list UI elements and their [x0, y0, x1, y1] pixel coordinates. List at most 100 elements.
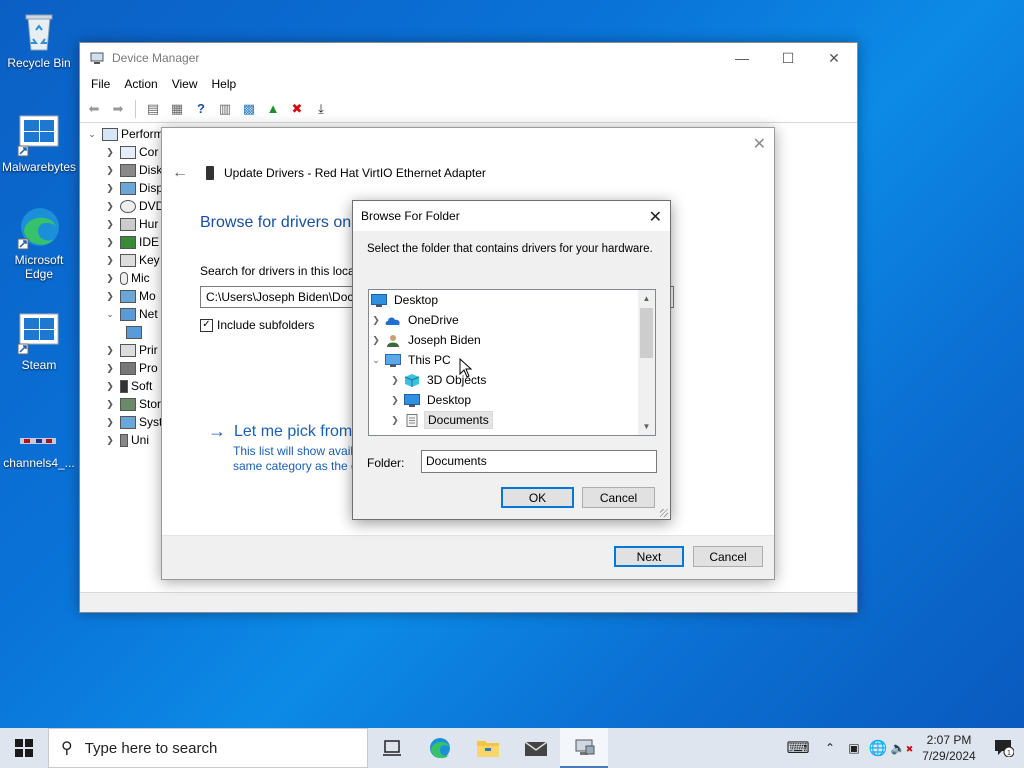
- folder-tree-item[interactable]: ❯ OneDrive: [369, 310, 462, 330]
- keyboard-icon: ⌨: [786, 740, 810, 757]
- close-button[interactable]: ✕: [811, 43, 857, 73]
- chevron-right-icon: ❯: [372, 334, 380, 345]
- network-button[interactable]: 🌐: [866, 728, 890, 768]
- taskbar-file-explorer[interactable]: [464, 728, 512, 768]
- close-icon: ✕: [648, 209, 662, 226]
- menu-action[interactable]: Action: [117, 77, 164, 91]
- desktop-icon-edge[interactable]: Microsoft Edge: [2, 205, 76, 281]
- network-adapter-icon: [206, 166, 214, 180]
- folder-label: Desktop: [427, 393, 472, 407]
- menu-view[interactable]: View: [165, 77, 205, 91]
- desktop-icon-recycle-bin[interactable]: Recycle Bin: [2, 8, 76, 70]
- taskbar-search-box[interactable]: ⚲ Type here to search: [48, 728, 368, 768]
- system-device-icon: [120, 415, 136, 429]
- start-button[interactable]: [0, 728, 48, 768]
- taskbar-device-manager[interactable]: [560, 728, 608, 768]
- task-view-button[interactable]: [368, 728, 416, 768]
- tree-label: Uni: [131, 433, 150, 447]
- folder-tree-item[interactable]: ❯ Desktop: [369, 390, 474, 410]
- taskbar-edge[interactable]: [416, 728, 464, 768]
- user-folder-icon: [387, 334, 399, 347]
- folder-tree-item-this-pc[interactable]: ⌄ This PC: [369, 350, 454, 370]
- show-hide-tree-button[interactable]: ▤: [143, 99, 163, 119]
- clock[interactable]: 2:07 PM 7/29/2024: [914, 732, 984, 764]
- help-button[interactable]: ?: [191, 99, 211, 119]
- chevron-right-icon: ❯: [106, 254, 114, 265]
- wizard-footer: Next Cancel: [162, 535, 774, 579]
- folder-input[interactable]: Documents: [421, 450, 657, 473]
- scroll-down-icon[interactable]: ▼: [638, 418, 655, 435]
- desktop-folder-icon: [371, 293, 387, 307]
- chevron-right-icon: ❯: [391, 394, 399, 405]
- touch-keyboard-button[interactable]: ⌨: [778, 728, 818, 768]
- monitor-icon: ▩: [242, 100, 256, 116]
- mouse-icon: [120, 271, 128, 285]
- folder-label: OneDrive: [408, 313, 459, 327]
- chevron-right-icon: ❯: [106, 218, 114, 229]
- tree-label: Disp: [139, 181, 164, 195]
- close-icon: ✕: [752, 136, 766, 153]
- action-center-button[interactable]: 1: [984, 728, 1024, 768]
- chevron-right-icon: ❯: [106, 434, 114, 445]
- chevron-right-icon: ❯: [106, 380, 114, 391]
- folder-tree-scrollbar[interactable]: ▲ ▼: [638, 290, 655, 435]
- minimize-button[interactable]: —: [719, 43, 765, 73]
- wizard-cancel-button[interactable]: Cancel: [693, 546, 763, 567]
- back-button[interactable]: ⬅: [84, 99, 104, 119]
- folder-tree-item[interactable]: Desktop: [369, 290, 441, 310]
- next-button[interactable]: Next: [614, 546, 684, 567]
- browse-description: Select the folder that contains drivers …: [367, 243, 653, 255]
- desktop-icon-label: channels4_...: [3, 456, 75, 470]
- show-hidden-icons-button[interactable]: ⌃: [818, 728, 842, 768]
- menu-file[interactable]: File: [84, 77, 117, 91]
- browse-cancel-button[interactable]: Cancel: [582, 487, 655, 508]
- search-placeholder: Type here to search: [84, 739, 218, 757]
- view-button[interactable]: ▥: [215, 99, 235, 119]
- browse-close-button[interactable]: ✕: [649, 207, 662, 227]
- chevron-right-icon: ❯: [106, 416, 114, 427]
- properties-button[interactable]: ▦: [167, 99, 187, 119]
- onedrive-icon: [385, 316, 400, 325]
- chevron-up-icon: ⌃: [824, 741, 836, 755]
- menu-help[interactable]: Help: [205, 77, 244, 91]
- resize-grip[interactable]: [660, 509, 668, 517]
- scroll-thumb[interactable]: [640, 308, 653, 358]
- tree-label: IDE: [139, 235, 160, 249]
- folder-tree-item-selected[interactable]: ❯ Documents: [369, 410, 493, 430]
- processor-icon: [120, 361, 136, 375]
- scroll-up-icon[interactable]: ▲: [638, 290, 655, 307]
- disk-icon: [120, 163, 136, 177]
- ok-button[interactable]: OK: [501, 487, 574, 508]
- search-icon: ⚲: [61, 740, 73, 757]
- wizard-close-button[interactable]: ✕: [753, 134, 766, 154]
- minimize-icon: —: [735, 50, 749, 66]
- taskbar-mail[interactable]: [512, 728, 560, 768]
- dvd-icon: [120, 199, 136, 213]
- edge-icon: [430, 738, 450, 759]
- desktop-icon-malwarebytes[interactable]: Malwarebytes: [2, 112, 76, 174]
- red-x-icon: ✖: [291, 100, 303, 116]
- pick-from-list-link[interactable]: → Let me pick from: [208, 421, 352, 442]
- maximize-icon: ☐: [781, 49, 795, 66]
- update-driver-button[interactable]: ▲: [263, 99, 283, 119]
- network-adapter-icon: [126, 325, 142, 339]
- forward-button[interactable]: ➡: [108, 99, 128, 119]
- desktop-icon-image-file[interactable]: channels4_...: [2, 428, 76, 470]
- chevron-right-icon: ❯: [106, 290, 114, 301]
- scan-hardware-button[interactable]: ▩: [239, 99, 259, 119]
- desktop-icon-steam[interactable]: Steam: [2, 310, 76, 372]
- folder-tree[interactable]: Desktop ❯ OneDrive ❯ Joseph Biden ⌄ This…: [368, 289, 656, 436]
- wizard-back-button[interactable]: ←: [172, 164, 188, 182]
- uninstall-device-button[interactable]: ✖: [287, 99, 307, 119]
- globe-icon: 🌐: [868, 740, 888, 757]
- volume-button[interactable]: 🔈✖: [890, 728, 914, 768]
- disable-device-button[interactable]: ⤓: [311, 99, 331, 119]
- tray-app-button[interactable]: ▣: [842, 728, 866, 768]
- tree-label: Cor: [139, 145, 159, 159]
- maximize-button[interactable]: ☐: [765, 43, 811, 73]
- recycle-bin-icon: [16, 8, 62, 54]
- browse-dialog-titlebar[interactable]: Browse For Folder: [353, 201, 670, 231]
- folder-label: Documents: [424, 411, 493, 429]
- folder-tree-item[interactable]: ❯ Joseph Biden: [369, 330, 484, 350]
- include-subfolders-checkbox[interactable]: ✓ Include subfolders: [200, 318, 314, 332]
